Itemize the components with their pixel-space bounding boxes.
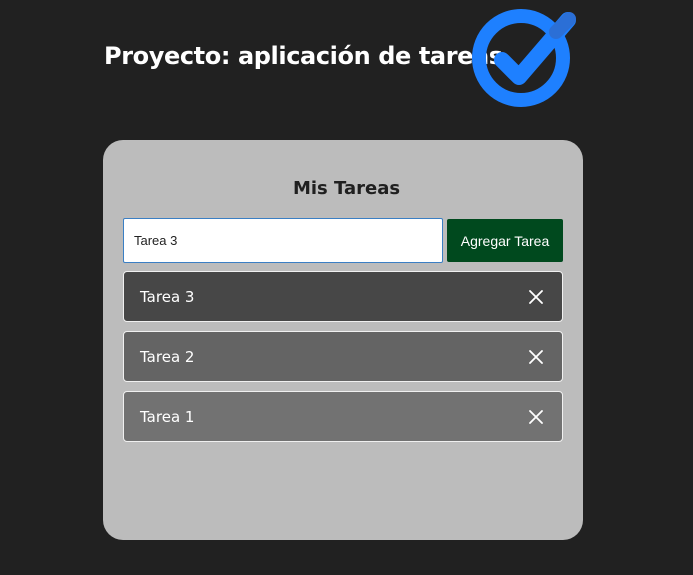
check-circle-icon bbox=[468, 4, 580, 108]
task-input[interactable] bbox=[123, 218, 443, 263]
page-title: Proyecto: aplicación de tareas bbox=[104, 42, 503, 70]
close-icon[interactable] bbox=[528, 409, 544, 425]
task-text: Tarea 1 bbox=[140, 407, 195, 426]
card-title: Mis Tareas bbox=[292, 178, 401, 199]
page-header: Proyecto: aplicación de tareas bbox=[104, 4, 503, 108]
task-item: Tarea 3 bbox=[123, 271, 563, 322]
task-item: Tarea 2 bbox=[123, 331, 563, 382]
task-text: Tarea 2 bbox=[140, 347, 195, 366]
close-icon[interactable] bbox=[528, 349, 544, 365]
close-icon[interactable] bbox=[528, 289, 544, 305]
add-task-button[interactable]: Agregar Tarea bbox=[447, 219, 563, 262]
task-text: Tarea 3 bbox=[140, 287, 195, 306]
task-item: Tarea 1 bbox=[123, 391, 563, 442]
